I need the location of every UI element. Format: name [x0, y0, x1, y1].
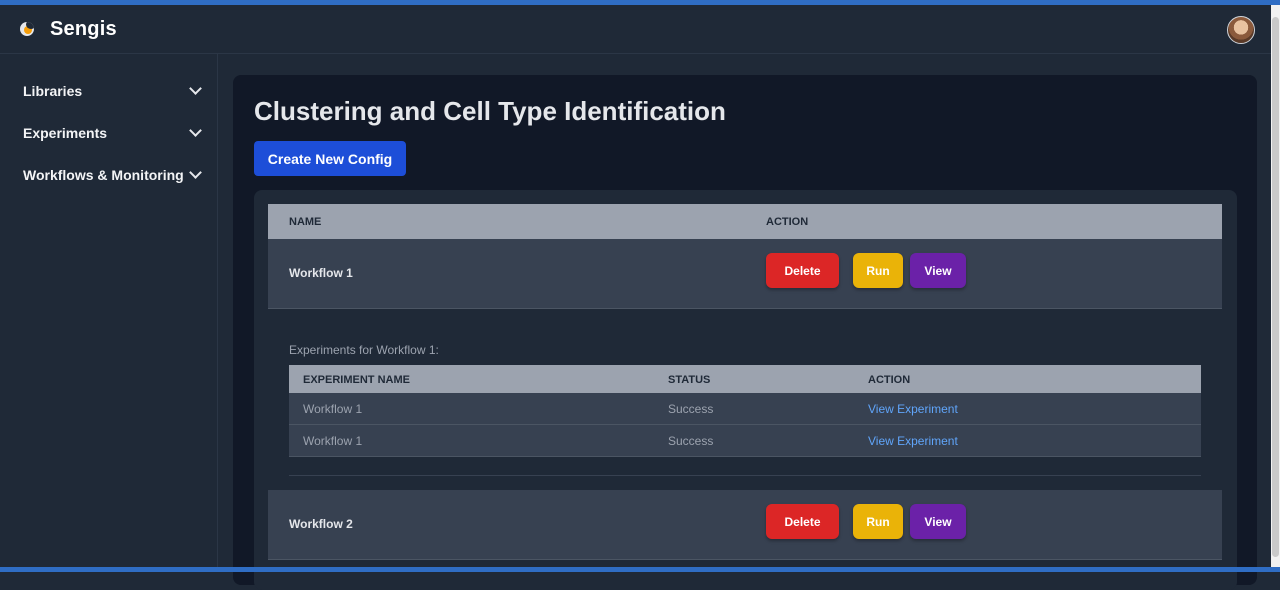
divider — [289, 475, 1201, 476]
sidebar: Libraries Experiments Workflows & Monito… — [0, 54, 218, 567]
table-header: NAME ACTION — [268, 204, 1222, 239]
window-bottom-border — [0, 567, 1280, 572]
sidebar-item-libraries[interactable]: Libraries — [23, 81, 203, 101]
workflow-name: Workflow 2 — [289, 517, 353, 531]
chevron-down-icon — [189, 124, 202, 137]
workflow-table-panel: NAME ACTION Workflow 1 Delete Run View E… — [254, 190, 1237, 590]
table-row: Workflow 1 Success View Experiment — [289, 425, 1201, 457]
column-header-name: NAME — [289, 216, 322, 228]
view-experiment-link[interactable]: View Experiment — [868, 434, 958, 448]
table-row[interactable]: Workflow 1 Delete Run View — [268, 239, 1222, 309]
sidebar-item-label: Workflows & Monitoring — [23, 167, 184, 183]
sidebar-item-label: Libraries — [23, 83, 83, 99]
user-avatar[interactable] — [1227, 16, 1255, 44]
experiment-name: Workflow 1 — [303, 434, 363, 448]
chevron-down-icon — [189, 82, 202, 95]
workflow-name: Workflow 1 — [289, 266, 353, 280]
scrollbar[interactable] — [1271, 5, 1280, 567]
table-row: Workflow 1 Success View Experiment — [289, 393, 1201, 425]
run-button[interactable]: Run — [853, 504, 903, 539]
view-button[interactable]: View — [910, 253, 966, 288]
page-title: Clustering and Cell Type Identification — [254, 96, 726, 126]
delete-button[interactable]: Delete — [766, 504, 839, 539]
column-header-experiment-name: EXPERIMENT NAME — [303, 374, 410, 386]
view-button[interactable]: View — [910, 504, 966, 539]
experiments-table-header: EXPERIMENT NAME STATUS ACTION — [289, 365, 1201, 393]
chevron-down-icon — [189, 166, 202, 179]
sidebar-item-workflows-monitoring[interactable]: Workflows & Monitoring — [23, 165, 203, 185]
main-content: Clustering and Cell Type Identification … — [233, 75, 1257, 590]
experiment-status: Success — [668, 402, 714, 416]
sidebar-item-experiments[interactable]: Experiments — [23, 123, 203, 143]
create-new-config-button[interactable]: Create New Config — [254, 141, 406, 176]
logo-icon — [20, 22, 34, 36]
sidebar-item-label: Experiments — [23, 125, 108, 141]
brand[interactable]: Sengis — [20, 18, 117, 41]
view-experiment-link[interactable]: View Experiment — [868, 402, 958, 416]
top-navbar: Sengis — [0, 5, 1271, 54]
experiments-section: Experiments for Workflow 1: EXPERIMENT N… — [268, 310, 1222, 490]
table-row[interactable]: Workflow 2 Delete Run View — [268, 490, 1222, 560]
app-name: Sengis — [50, 17, 117, 40]
scrollbar-thumb[interactable] — [1272, 17, 1279, 557]
column-header-action: ACTION — [766, 216, 809, 228]
experiment-status: Success — [668, 434, 714, 448]
experiments-caption: Experiments for Workflow 1: — [289, 343, 439, 357]
column-header-status: STATUS — [668, 374, 711, 386]
column-header-action: ACTION — [868, 374, 911, 386]
experiments-table: EXPERIMENT NAME STATUS ACTION Workflow 1… — [289, 365, 1201, 457]
experiment-name: Workflow 1 — [303, 402, 363, 416]
run-button[interactable]: Run — [853, 253, 903, 288]
delete-button[interactable]: Delete — [766, 253, 839, 288]
